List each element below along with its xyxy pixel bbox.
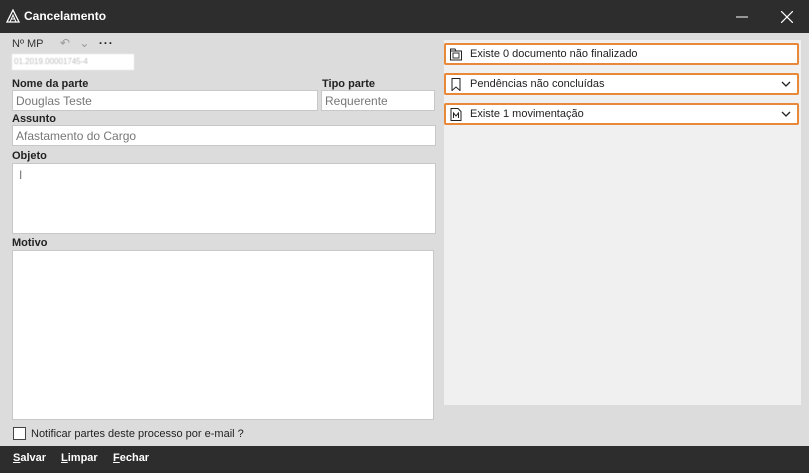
- nmp-toolbar: ↶ ⌄ ···: [60, 36, 120, 50]
- nmp-label: Nº MP: [12, 38, 44, 50]
- folder-document-icon: [450, 48, 462, 61]
- notify-checkbox[interactable]: [13, 427, 26, 440]
- close-label: echar: [119, 452, 150, 464]
- clear-label: impar: [67, 452, 98, 464]
- info-panel: Existe 0 documento não finalizado Pendên…: [444, 40, 801, 405]
- form-panel: Nº MP ↶ ⌄ ··· 01.2019.00001745-4 Nome da…: [0, 33, 440, 445]
- document-m-icon: [450, 108, 462, 121]
- more-options-icon[interactable]: ···: [99, 36, 114, 50]
- minimize-button[interactable]: [720, 0, 764, 33]
- nome-parte-field[interactable]: Douglas Teste: [12, 90, 318, 111]
- motivo-label: Motivo: [12, 237, 48, 249]
- panel-pendencias[interactable]: Pendências não concluídas: [444, 73, 799, 95]
- panel-pendencias-label: Pendências não concluídas: [470, 78, 605, 90]
- motivo-textarea[interactable]: [12, 250, 434, 420]
- close-accel: F: [113, 452, 120, 464]
- app-logo-icon: [6, 9, 20, 23]
- close-form-button[interactable]: Fechar: [113, 452, 149, 464]
- chevron-down-icon: [781, 81, 791, 87]
- save-button[interactable]: Salvar: [13, 452, 46, 464]
- tipo-parte-label: Tipo parte: [322, 78, 375, 90]
- clear-button[interactable]: Limpar: [61, 452, 98, 464]
- title-bar: Cancelamento: [0, 0, 809, 33]
- clear-accel: L: [61, 452, 68, 464]
- notify-checkbox-label: Notificar partes deste processo por e-ma…: [31, 428, 244, 440]
- undo-icon[interactable]: ↶: [60, 36, 70, 50]
- dropdown-icon[interactable]: ⌄: [79, 36, 89, 50]
- minimize-icon: [736, 16, 748, 17]
- bookmark-icon: [451, 78, 461, 91]
- panel-documents[interactable]: Existe 0 documento não finalizado: [444, 43, 799, 65]
- nome-parte-label: Nome da parte: [12, 78, 89, 90]
- close-icon: [781, 10, 793, 23]
- window-title: Cancelamento: [24, 9, 107, 23]
- assunto-label: Assunto: [12, 113, 56, 125]
- close-button[interactable]: [765, 0, 809, 33]
- save-label: alvar: [20, 452, 47, 464]
- objeto-label: Objeto: [12, 150, 47, 162]
- assunto-field[interactable]: Afastamento do Cargo: [12, 125, 436, 146]
- footer-bar: Salvar Limpar Fechar: [0, 446, 809, 473]
- panel-movimentacao[interactable]: Existe 1 movimentação: [444, 103, 799, 125]
- tipo-parte-field[interactable]: Requerente: [321, 90, 435, 111]
- objeto-textarea[interactable]: I: [12, 163, 436, 234]
- panel-documents-label: Existe 0 documento não finalizado: [470, 48, 638, 60]
- nmp-value: 01.2019.00001745-4: [12, 54, 134, 70]
- chevron-down-icon: [781, 111, 791, 117]
- panel-movimentacao-label: Existe 1 movimentação: [470, 108, 584, 120]
